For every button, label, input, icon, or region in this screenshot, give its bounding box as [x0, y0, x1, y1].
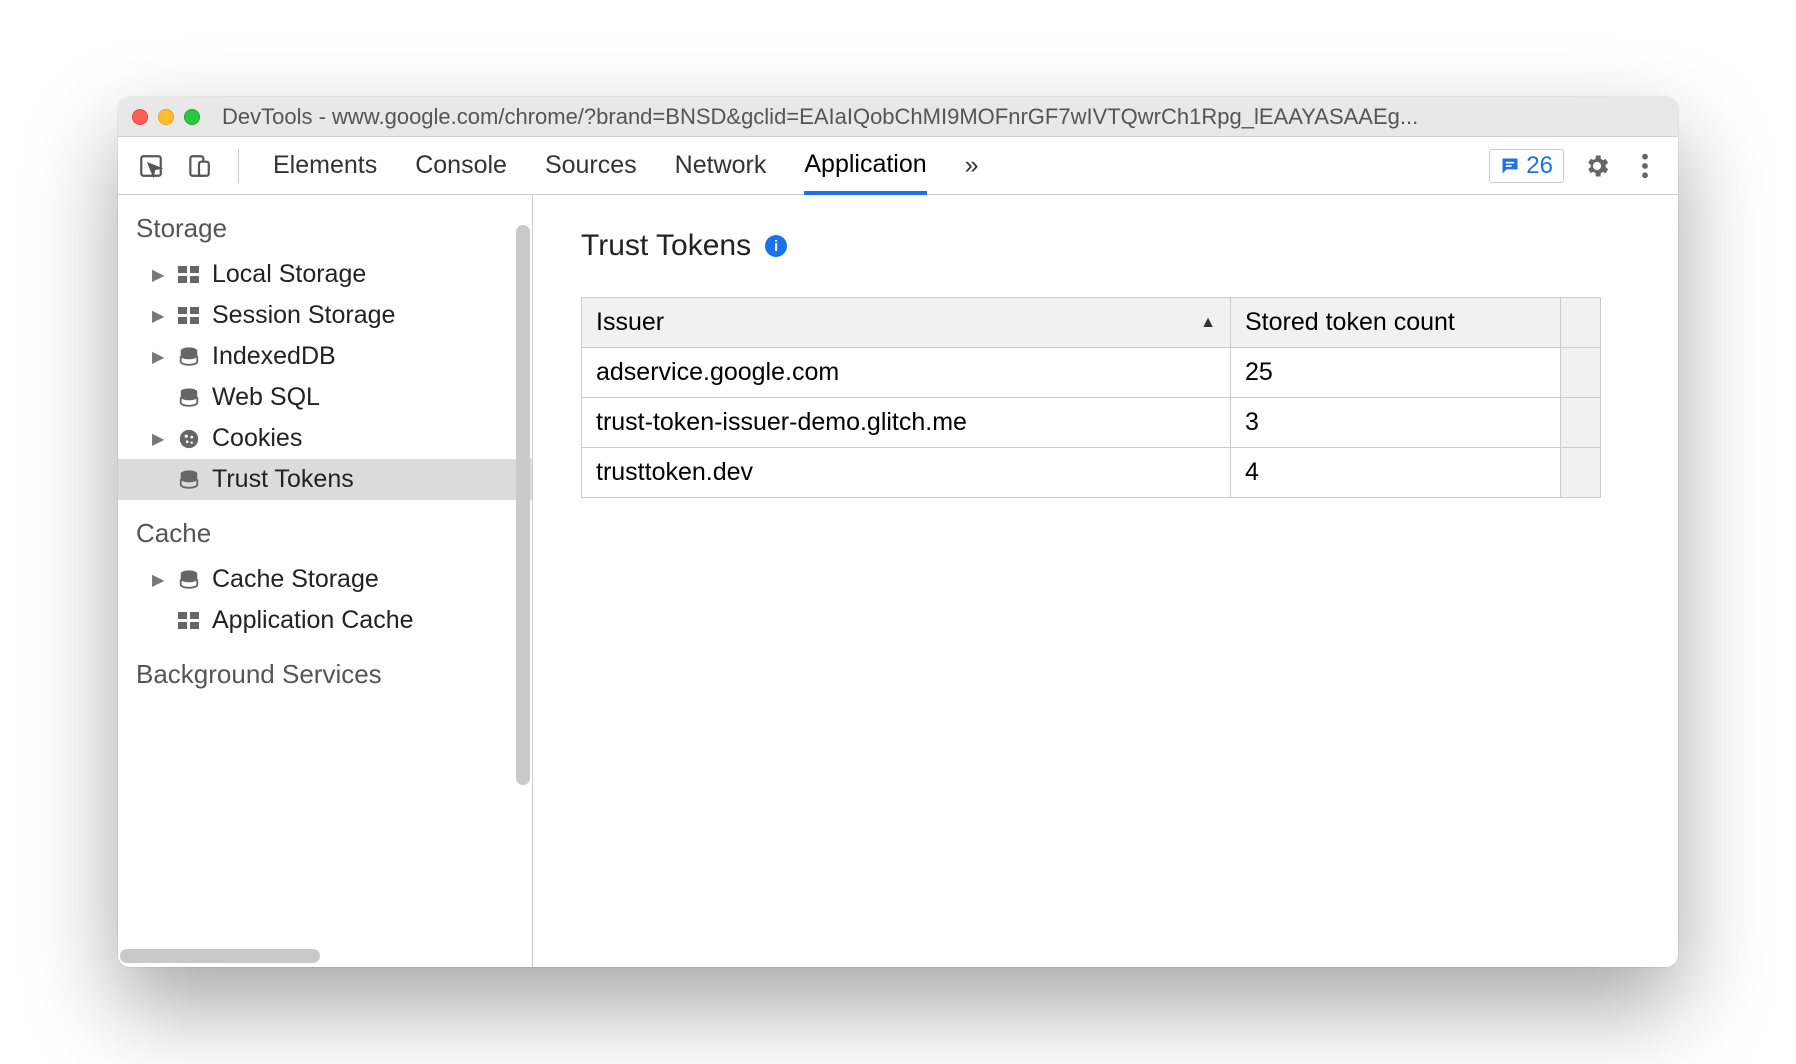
info-icon[interactable]: i: [765, 235, 787, 257]
expand-arrow-icon: ▶: [152, 429, 166, 449]
cell-filler: [1561, 348, 1601, 398]
more-options-icon[interactable]: [1630, 151, 1660, 181]
sidebar-item-label: Cache Storage: [212, 565, 379, 594]
database-icon: [176, 346, 202, 368]
database-icon: [176, 387, 202, 409]
traffic-lights: [132, 109, 200, 125]
sidebar-item-label: Web SQL: [212, 383, 320, 412]
column-header-issuer[interactable]: Issuer ▲: [582, 298, 1231, 348]
expand-arrow-icon: ▶: [152, 570, 166, 590]
database-icon: [176, 569, 202, 591]
sidebar-section-background-services: Background Services: [118, 641, 532, 700]
sidebar-section-storage: Storage: [118, 195, 532, 254]
sidebar-item-label: IndexedDB: [212, 342, 336, 371]
tab-sources[interactable]: Sources: [545, 137, 637, 194]
database-icon: [176, 469, 202, 491]
pane-title-text: Trust Tokens: [581, 229, 751, 263]
sidebar-horizontal-scrollbar[interactable]: [120, 949, 320, 963]
count-cell: 3: [1231, 398, 1561, 448]
table-row[interactable]: adservice.google.com 25: [582, 348, 1601, 398]
sort-ascending-icon: ▲: [1200, 314, 1216, 332]
message-count-value: 26: [1526, 152, 1553, 180]
window-titlebar: DevTools - www.google.com/chrome/?brand=…: [118, 97, 1678, 137]
tabs-overflow-button[interactable]: »: [965, 137, 979, 194]
sidebar-item-web-sql[interactable]: Web SQL: [118, 377, 532, 418]
sidebar-item-label: Application Cache: [212, 606, 414, 635]
column-header-label: Issuer: [596, 308, 664, 336]
column-header-count[interactable]: Stored token count: [1231, 298, 1561, 348]
application-sidebar: Storage ▶ Local Storage ▶ Session Storag…: [118, 195, 533, 967]
window-title: DevTools - www.google.com/chrome/?brand=…: [222, 104, 1664, 130]
cell-filler: [1561, 398, 1601, 448]
devtools-window: DevTools - www.google.com/chrome/?brand=…: [118, 97, 1678, 967]
sidebar-item-label: Local Storage: [212, 260, 366, 289]
message-icon: [1500, 156, 1520, 176]
table-row[interactable]: trusttoken.dev 4: [582, 448, 1601, 498]
sidebar-item-label: Trust Tokens: [212, 465, 354, 494]
maximize-window-button[interactable]: [184, 109, 200, 125]
tab-elements[interactable]: Elements: [273, 137, 377, 194]
sidebar-item-local-storage[interactable]: ▶ Local Storage: [118, 254, 532, 295]
devtools-tabs: Elements Console Sources Network Applica…: [273, 137, 979, 194]
sidebar-item-label: Cookies: [212, 424, 302, 453]
minimize-window-button[interactable]: [158, 109, 174, 125]
issuer-cell: adservice.google.com: [582, 348, 1231, 398]
table-row[interactable]: trust-token-issuer-demo.glitch.me 3: [582, 398, 1601, 448]
issuer-cell: trust-token-issuer-demo.glitch.me: [582, 398, 1231, 448]
toolbar-divider: [238, 149, 239, 183]
cookie-icon: [176, 428, 202, 450]
trust-tokens-table: Issuer ▲ Stored token count adservice.go…: [581, 297, 1601, 498]
sidebar-item-indexeddb[interactable]: ▶ IndexedDB: [118, 336, 532, 377]
issuer-cell: trusttoken.dev: [582, 448, 1231, 498]
devtools-toolbar: Elements Console Sources Network Applica…: [118, 137, 1678, 195]
sidebar-section-cache: Cache: [118, 500, 532, 559]
expand-arrow-icon: ▶: [152, 347, 166, 367]
count-cell: 25: [1231, 348, 1561, 398]
sidebar-item-label: Session Storage: [212, 301, 395, 330]
column-filler: [1561, 298, 1601, 348]
column-header-label: Stored token count: [1245, 308, 1455, 336]
grid-icon: [176, 612, 202, 630]
grid-icon: [176, 307, 202, 325]
expand-arrow-icon: ▶: [152, 306, 166, 326]
pane-title: Trust Tokens i: [581, 229, 1630, 263]
sidebar-item-session-storage[interactable]: ▶ Session Storage: [118, 295, 532, 336]
grid-icon: [176, 266, 202, 284]
sidebar-item-application-cache[interactable]: Application Cache: [118, 600, 532, 641]
count-cell: 4: [1231, 448, 1561, 498]
close-window-button[interactable]: [132, 109, 148, 125]
sidebar-vertical-scrollbar[interactable]: [516, 225, 530, 785]
sidebar-item-trust-tokens[interactable]: Trust Tokens: [118, 459, 532, 500]
console-message-count[interactable]: 26: [1489, 149, 1564, 183]
trust-tokens-pane: Trust Tokens i Issuer ▲ Stored token cou…: [533, 195, 1678, 967]
settings-icon[interactable]: [1582, 151, 1612, 181]
tab-network[interactable]: Network: [675, 137, 767, 194]
tab-console[interactable]: Console: [415, 137, 507, 194]
inspect-element-icon[interactable]: [136, 151, 166, 181]
cell-filler: [1561, 448, 1601, 498]
sidebar-item-cache-storage[interactable]: ▶ Cache Storage: [118, 559, 532, 600]
sidebar-item-cookies[interactable]: ▶ Cookies: [118, 418, 532, 459]
expand-arrow-icon: ▶: [152, 265, 166, 285]
device-toolbar-icon[interactable]: [184, 151, 214, 181]
tab-application[interactable]: Application: [804, 138, 926, 195]
devtools-content: Storage ▶ Local Storage ▶ Session Storag…: [118, 195, 1678, 967]
